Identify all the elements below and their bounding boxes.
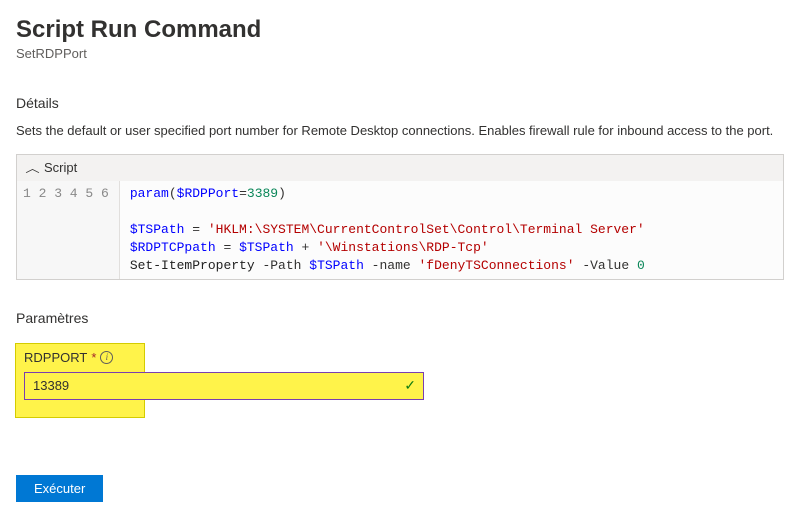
page-title: Script Run Command [16,16,784,44]
code-viewer: 1 2 3 4 5 6 param($RDPPort=3389) $TSPath… [17,181,783,279]
code-content: param($RDPPort=3389) $TSPath = 'HKLM:\SY… [120,181,783,279]
details-label: Détails [16,95,784,111]
required-asterisk: * [91,350,96,365]
details-description: Sets the default or user specified port … [16,123,784,140]
chevron-up-icon: ︿ [25,160,39,176]
page-subtitle: SetRDPPort [16,46,784,61]
rdpport-label: RDPPORT * i [24,350,136,365]
info-icon[interactable]: i [100,351,113,364]
rdpport-label-text: RDPPORT [24,350,87,365]
code-gutter: 1 2 3 4 5 6 [17,181,120,279]
script-toggle[interactable]: ︿ Script [17,155,783,181]
script-panel: ︿ Script 1 2 3 4 5 6 param($RDPPort=3389… [16,154,784,280]
parameters-label: Paramètres [16,310,784,326]
rdpport-input[interactable] [24,372,424,400]
rdpport-field-block: RDPPORT * i ✓ [16,344,144,417]
script-toggle-label: Script [44,160,77,175]
execute-button[interactable]: Exécuter [16,475,103,502]
